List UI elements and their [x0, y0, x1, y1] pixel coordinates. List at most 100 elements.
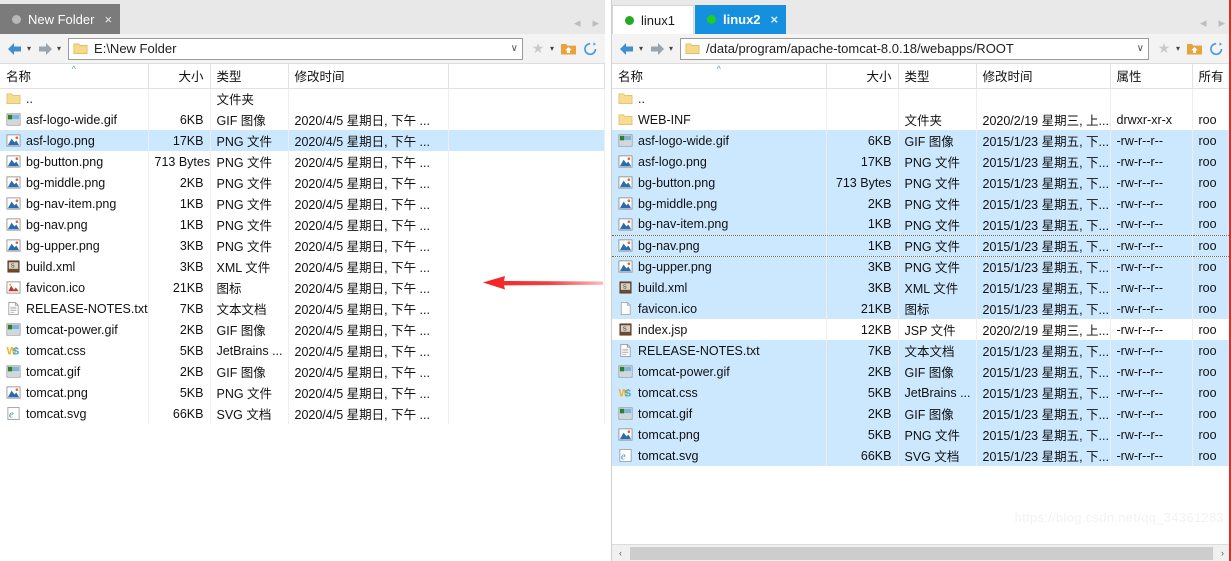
forward-caret-icon[interactable]: ▾ — [57, 44, 61, 53]
cell-attr: -rw-r--r-- — [1110, 382, 1193, 403]
forward-button[interactable] — [34, 39, 56, 59]
right-file-list[interactable]: 名称 ^ 大小 类型 修改时间 属性 所有 .. WEB-INF 文件夹 2020/2… — [612, 64, 1230, 544]
table-row[interactable]: bg-nav-item.png 1KB PNG 文件 2020/4/5 星期日, 下午… — [0, 193, 605, 214]
forward-button[interactable] — [646, 39, 668, 59]
table-row[interactable]: e tomcat.svg 66KB SVG 文档 2015/1/23 星期五, 下...… — [612, 445, 1230, 466]
cell-type: XML 文件 — [210, 256, 289, 277]
table-row[interactable]: tomcat-power.gif 2KB GIF 图像 2020/4/5 星期日, 下… — [0, 319, 605, 340]
table-row[interactable]: bg-button.png 713 Bytes PNG 文件 2020/4/5 星期日… — [0, 151, 605, 172]
chevron-down-icon[interactable]: ∨ — [1131, 43, 1144, 54]
column-header-size[interactable]: 大小 — [826, 64, 899, 89]
table-row[interactable]: bg-nav.png 1KB PNG 文件 2015/1/23 星期五, 下... -r… — [612, 234, 1230, 257]
refresh-button[interactable] — [1205, 41, 1227, 57]
table-row[interactable]: asf-logo-wide.gif 6KB GIF 图像 2015/1/23 星期五,… — [612, 130, 1230, 151]
table-row[interactable]: asf-logo.png 17KB PNG 文件 2015/1/23 星期五, 下..… — [612, 151, 1230, 172]
table-row[interactable]: W S tomcat.css 5KB JetBrains ... 2020/4/5 星期日… — [0, 340, 605, 361]
favorite-caret-icon[interactable]: ▾ — [1176, 44, 1180, 53]
file-name-label: bg-upper.png — [638, 259, 712, 274]
table-row[interactable]: tomcat.png 5KB PNG 文件 2020/4/5 星期日, 下午 ... — [0, 382, 605, 403]
tab-linux1[interactable]: linux1 — [612, 5, 694, 34]
table-row[interactable]: W S tomcat.css 5KB JetBrains ... 2015/1/23 星期… — [612, 382, 1230, 403]
table-row[interactable]: RELEASE-NOTES.txt 7KB 文本文档 2020/4/5 星期日, 下午… — [0, 298, 605, 319]
cell-size: 1KB — [826, 234, 899, 257]
table-row[interactable]: Sindex.jsp 12KB JSP 文件 2020/2/19 星期三, 上... -… — [612, 319, 1230, 340]
file-name-label: favicon.ico — [638, 301, 698, 316]
back-button[interactable] — [616, 39, 638, 59]
png-image-icon — [6, 197, 21, 210]
column-header-mtime[interactable]: 修改时间 — [288, 64, 449, 89]
cell-type: 图标 — [210, 277, 289, 298]
back-caret-icon[interactable]: ▾ — [27, 44, 31, 53]
table-row[interactable]: tomcat.png 5KB PNG 文件 2015/1/23 星期五, 下... -r… — [612, 424, 1230, 445]
column-header-name[interactable]: 名称 ^ — [0, 64, 149, 89]
xml-file-icon: S — [7, 260, 20, 273]
table-row[interactable]: bg-middle.png 2KB PNG 文件 2020/4/5 星期日, 下午 .… — [0, 172, 605, 193]
cell-type: PNG 文件 — [210, 235, 289, 256]
table-row[interactable]: .. — [612, 88, 1230, 109]
table-row[interactable]: bg-middle.png 2KB PNG 文件 2015/1/23 星期五, 下..… — [612, 193, 1230, 214]
close-icon[interactable]: × — [104, 13, 112, 26]
cell-mtime: 2020/4/5 星期日, 下午 ... — [288, 130, 449, 151]
favorite-caret-icon[interactable]: ▾ — [550, 44, 554, 53]
chevron-left-icon[interactable]: ◂ — [574, 16, 581, 29]
refresh-button[interactable] — [579, 41, 601, 57]
table-row[interactable]: tomcat-power.gif 2KB GIF 图像 2015/1/23 星期五, … — [612, 361, 1230, 382]
table-row[interactable]: e tomcat.svg 66KB SVG 文档 2020/4/5 星期日, 下午 ..… — [0, 403, 605, 424]
tab-linux2[interactable]: linux2 × — [694, 5, 787, 34]
close-icon[interactable]: × — [771, 13, 779, 26]
table-row[interactable]: asf-logo-wide.gif 6KB GIF 图像 2020/4/5 星期日, … — [0, 109, 605, 130]
cell-size: 3KB — [826, 256, 899, 277]
favorite-star-icon[interactable]: ★ — [1153, 40, 1175, 57]
chevron-right-icon[interactable]: ▸ — [1218, 16, 1225, 29]
table-row[interactable]: tomcat.gif 2KB GIF 图像 2020/4/5 星期日, 下午 ... — [0, 361, 605, 382]
table-row[interactable]: favicon.ico 21KB 图标 2015/1/23 星期五, 下... -rw-… — [612, 298, 1230, 319]
cell-type: JSP 文件 — [898, 319, 977, 340]
table-row[interactable]: tomcat.gif 2KB GIF 图像 2015/1/23 星期五, 下... -r… — [612, 403, 1230, 424]
chevron-right-icon[interactable]: ▸ — [592, 16, 599, 29]
cell-type: JetBrains ... — [210, 340, 289, 361]
table-row[interactable]: bg-nav.png 1KB PNG 文件 2020/4/5 星期日, 下午 ... — [0, 214, 605, 235]
file-name-label: RELEASE-NOTES.txt — [26, 301, 148, 316]
table-row[interactable]: bg-nav-item.png 1KB PNG 文件 2015/1/23 星期五, 下… — [612, 214, 1230, 235]
cell-mtime: 2015/1/23 星期五, 下... — [976, 340, 1111, 361]
horizontal-scrollbar[interactable]: ‹ › — [612, 544, 1231, 561]
xml-file-icon: S — [619, 281, 632, 294]
table-row[interactable]: bg-button.png 713 Bytes PNG 文件 2015/1/23 星期… — [612, 172, 1230, 193]
column-header-owner[interactable]: 所有 — [1192, 64, 1230, 89]
scroll-left-button[interactable]: ‹ — [612, 548, 629, 558]
png-image-icon — [618, 155, 633, 168]
cell-owner: roo — [1192, 298, 1230, 319]
file-name-label: tomcat-power.gif — [26, 322, 118, 337]
up-folder-button[interactable] — [1183, 41, 1205, 57]
table-row[interactable]: bg-upper.png 3KB PNG 文件 2015/1/23 星期五, 下...… — [612, 256, 1230, 277]
left-file-list[interactable]: 名称 ^ 大小 类型 修改时间 .. 文件夹 asf-logo-wide.gif 6K… — [0, 64, 605, 561]
up-folder-button[interactable] — [557, 41, 579, 57]
cell-type — [898, 88, 977, 109]
gif-image-icon — [618, 134, 633, 147]
favorite-star-icon[interactable]: ★ — [527, 40, 549, 57]
column-header-attributes[interactable]: 属性 — [1110, 64, 1193, 89]
table-row[interactable]: WEB-INF 文件夹 2020/2/19 星期三, 上... drwxr-xr-x r… — [612, 109, 1230, 130]
right-address-input[interactable]: /data/program/apache-tomcat-8.0.18/webap… — [680, 37, 1149, 60]
cell-name: tomcat.png — [0, 382, 149, 403]
back-button[interactable] — [4, 39, 26, 59]
back-caret-icon[interactable]: ▾ — [639, 44, 643, 53]
left-address-input[interactable]: E:\New Folder ∨ — [68, 37, 523, 60]
table-row[interactable]: Sbuild.xml 3KB XML 文件 2015/1/23 星期五, 下... -r… — [612, 277, 1230, 298]
tab-new-folder[interactable]: New Folder × — [0, 4, 121, 34]
forward-caret-icon[interactable]: ▾ — [669, 44, 673, 53]
chevron-down-icon[interactable]: ∨ — [505, 43, 518, 54]
column-header-size[interactable]: 大小 — [148, 64, 211, 89]
table-row[interactable]: RELEASE-NOTES.txt 7KB 文本文档 2015/1/23 星期五, 下… — [612, 340, 1230, 361]
column-header-name[interactable]: 名称 ^ — [612, 64, 827, 89]
chevron-left-icon[interactable]: ◂ — [1200, 16, 1207, 29]
column-header-mtime[interactable]: 修改时间 — [976, 64, 1111, 89]
table-row[interactable]: asf-logo.png 17KB PNG 文件 2020/4/5 星期日, 下午 .… — [0, 130, 605, 151]
column-header-type[interactable]: 类型 — [210, 64, 289, 89]
column-header-type[interactable]: 类型 — [898, 64, 977, 89]
cell-type: 文本文档 — [210, 298, 289, 319]
table-row[interactable]: bg-upper.png 3KB PNG 文件 2020/4/5 星期日, 下午 ..… — [0, 235, 605, 256]
table-row[interactable]: .. 文件夹 — [0, 88, 605, 109]
scrollbar-thumb[interactable] — [630, 546, 1213, 560]
cell-mtime: 2015/1/23 星期五, 下... — [976, 424, 1111, 445]
